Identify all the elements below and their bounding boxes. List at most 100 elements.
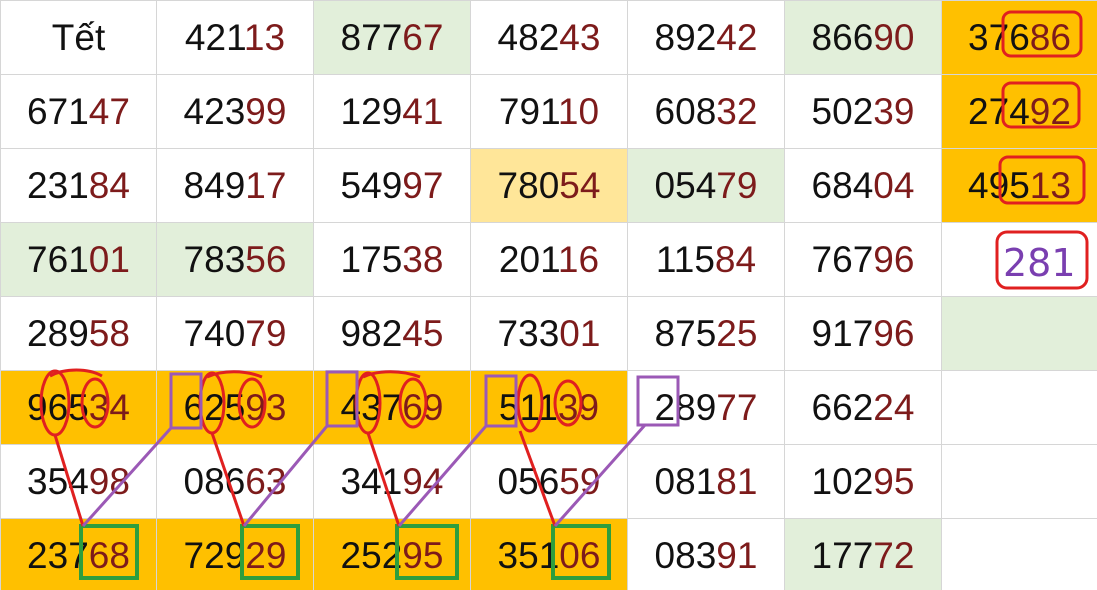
cell-number: 08391 (628, 519, 784, 590)
grid-cell[interactable]: 78054 (470, 148, 628, 223)
number-tail-digits: 17 (245, 165, 287, 206)
number-tail-digits: 84 (714, 239, 757, 280)
number-head-digits: 780 (497, 165, 560, 206)
grid-cell[interactable]: 25295 (313, 518, 471, 590)
cell-number: 50239 (785, 75, 941, 148)
grid-cell[interactable]: 17538 (313, 222, 471, 297)
grid-cell[interactable]: 11584 (627, 222, 785, 297)
grid-cell[interactable]: 96534 (0, 370, 157, 445)
number-head-digits: 625 (183, 387, 246, 428)
cell-number: 25295 (314, 519, 470, 590)
number-head-digits: 437 (340, 387, 403, 428)
grid-cell[interactable]: 08391 (627, 518, 785, 590)
grid-cell[interactable]: 73301 (470, 296, 628, 371)
number-head-digits: 289 (654, 387, 717, 428)
grid-cell[interactable]: 89242 (627, 0, 785, 75)
number-tail-digits: 45 (402, 313, 444, 354)
cell-number: 20116 (471, 223, 627, 296)
grid-cell[interactable]: 23184 (0, 148, 157, 223)
grid-cell[interactable]: 42399 (156, 74, 314, 149)
grid-cell[interactable]: 37686 (941, 0, 1097, 75)
grid-cell[interactable] (941, 222, 1097, 297)
grid-cell[interactable]: 87767 (313, 0, 471, 75)
number-head-digits: 767 (811, 239, 874, 280)
grid-cell[interactable]: 27492 (941, 74, 1097, 149)
grid-cell[interactable]: 48243 (470, 0, 628, 75)
grid-row: Tết 42113 87767 48243 89242 86690 37686 (0, 0, 1097, 75)
number-tail-digits: 98 (88, 461, 130, 502)
grid-cell[interactable]: 66224 (784, 370, 942, 445)
grid-row: 23768 72929 25295 35106 08391 17772 (0, 518, 1097, 590)
cell-number: 43769 (314, 371, 470, 444)
grid-cell[interactable]: 43769 (313, 370, 471, 445)
grid-cell[interactable]: 74079 (156, 296, 314, 371)
grid-cell[interactable]: 42113 (156, 0, 314, 75)
number-tail-digits: 39 (873, 91, 915, 132)
grid-cell[interactable] (941, 518, 1097, 590)
number-head-digits: 791 (498, 91, 558, 132)
number-head-digits: 965 (27, 387, 89, 428)
grid-cell[interactable]: 05479 (627, 148, 785, 223)
cell-number: 73301 (471, 297, 627, 370)
number-tail-digits: 96 (873, 239, 915, 280)
number-head-digits: 549 (340, 165, 403, 206)
number-head-digits: 662 (811, 387, 874, 428)
grid-cell[interactable]: 62593 (156, 370, 314, 445)
grid-cell[interactable]: 76101 (0, 222, 157, 297)
grid-cell[interactable]: 79110 (470, 74, 628, 149)
grid-cell[interactable]: 08663 (156, 444, 314, 519)
grid-cell[interactable]: 35498 (0, 444, 157, 519)
grid-cell[interactable]: 54997 (313, 148, 471, 223)
grid-cell[interactable]: 68404 (784, 148, 942, 223)
grid-cell[interactable]: 76796 (784, 222, 942, 297)
grid-cell[interactable]: 34194 (313, 444, 471, 519)
cell-number: 17538 (314, 223, 470, 296)
grid-cell[interactable]: 20116 (470, 222, 628, 297)
number-head-digits: 877 (340, 17, 403, 58)
grid-cell[interactable]: 86690 (784, 0, 942, 75)
grid-cell[interactable]: 98245 (313, 296, 471, 371)
number-tail-digits: 95 (402, 535, 444, 576)
grid-cell[interactable] (941, 370, 1097, 445)
grid-cell[interactable]: 35106 (470, 518, 628, 590)
cell-number: 86690 (785, 1, 941, 74)
number-head-digits: 252 (340, 535, 403, 576)
number-head-digits: 733 (497, 313, 560, 354)
grid-cell[interactable]: 23768 (0, 518, 157, 590)
cell-number: 54997 (314, 149, 470, 222)
cell-number: 72929 (157, 519, 313, 590)
grid-cell[interactable]: 28977 (627, 370, 785, 445)
grid-cell[interactable]: 67147 (0, 74, 157, 149)
grid-cell[interactable]: 12941 (313, 74, 471, 149)
number-head-digits: 175 (340, 239, 403, 280)
grid-cell[interactable]: 08181 (627, 444, 785, 519)
grid-cell[interactable]: 78356 (156, 222, 314, 297)
grid-cell[interactable] (941, 296, 1097, 371)
grid-cell[interactable]: Tết (0, 0, 157, 75)
grid-cell[interactable]: 50239 (784, 74, 942, 149)
grid-cell[interactable]: 60832 (627, 74, 785, 149)
number-head-digits: 081 (654, 461, 717, 502)
cell-number: 51139 (471, 371, 627, 444)
grid-cell[interactable]: 72929 (156, 518, 314, 590)
number-head-digits: 740 (183, 313, 246, 354)
grid-cell[interactable] (941, 444, 1097, 519)
cell-number: 12941 (314, 75, 470, 148)
grid-cell[interactable]: 49513 (941, 148, 1097, 223)
number-head-digits: 982 (340, 313, 403, 354)
cell-number: 60832 (628, 75, 784, 148)
cell-number: 28977 (628, 371, 784, 444)
number-tail-digits: 42 (716, 17, 758, 58)
grid-cell[interactable]: 87525 (627, 296, 785, 371)
grid-cell[interactable]: 10295 (784, 444, 942, 519)
grid-cell[interactable]: 17772 (784, 518, 942, 590)
cell-number: 10295 (785, 445, 941, 518)
grid-cell[interactable]: 05659 (470, 444, 628, 519)
grid-cell[interactable]: 91796 (784, 296, 942, 371)
number-head-digits: 917 (811, 313, 874, 354)
grid-cell[interactable]: 28958 (0, 296, 157, 371)
grid-cell[interactable]: 51139 (470, 370, 628, 445)
cell-number: 49513 (942, 149, 1097, 222)
grid-cell[interactable]: 84917 (156, 148, 314, 223)
cell-number: 34194 (314, 445, 470, 518)
